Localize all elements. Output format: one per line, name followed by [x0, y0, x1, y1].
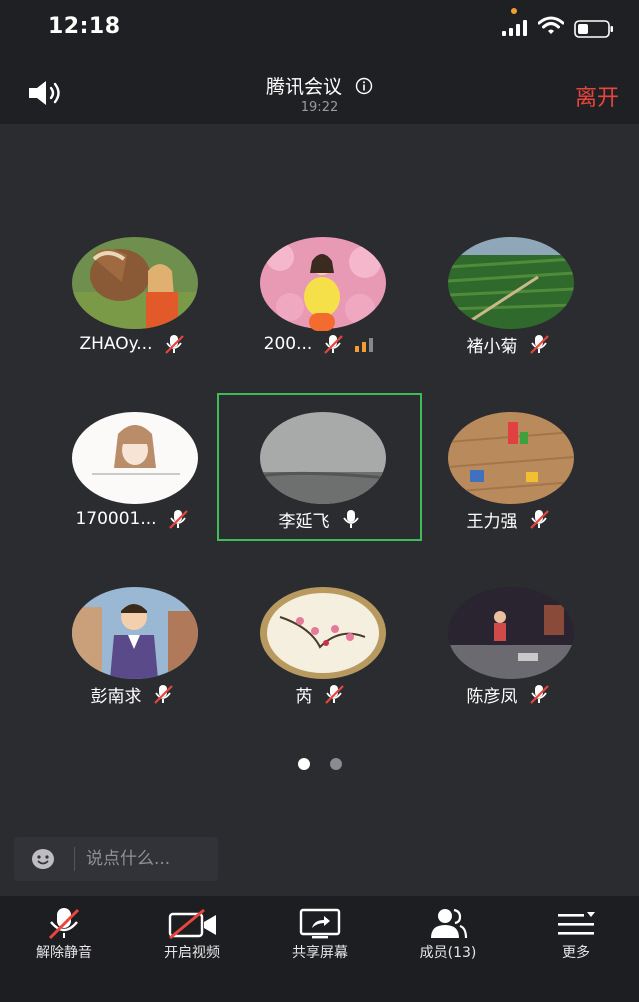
participant-name: 彭南求 [90, 686, 142, 707]
participant-tile[interactable]: 李延飞 [226, 412, 414, 552]
page-indicator-dot[interactable] [330, 758, 342, 770]
participant-name: 李延飞 [278, 511, 330, 532]
mic-muted-icon [528, 333, 550, 355]
participant-tile[interactable]: 褚小菊 [414, 237, 602, 377]
share-screen-icon [290, 906, 350, 940]
avatar [448, 237, 574, 329]
share-screen-button[interactable]: 共享屏幕 [256, 896, 384, 1002]
unmute-label: 解除静音 [36, 945, 92, 961]
cellular-signal-icon [502, 20, 527, 36]
unmute-button[interactable]: 解除静音 [0, 896, 128, 1002]
leave-button[interactable]: 离开 [575, 80, 619, 112]
mic-icon [340, 508, 362, 530]
mic-muted-icon [322, 333, 344, 355]
participant-tile[interactable]: ZHAOy... [38, 237, 226, 377]
info-icon[interactable] [355, 77, 373, 95]
status-bar: 12:18 [0, 0, 639, 58]
meeting-duration: 19:22 [300, 100, 339, 115]
members-icon [418, 906, 478, 940]
participant-tile[interactable]: 彭南求 [38, 587, 226, 727]
participant-name: 陈彦凤 [466, 686, 518, 707]
mic-muted-icon [323, 683, 345, 705]
participant-tile[interactable]: 200... [226, 237, 414, 377]
battery-icon [574, 20, 613, 38]
mic-muted-icon [152, 683, 174, 705]
more-label: 更多 [562, 945, 590, 961]
avatar [260, 587, 386, 679]
more-button[interactable]: 更多 [512, 896, 639, 1002]
avatar [72, 587, 198, 679]
bottom-toolbar: 解除静音 开启视频 共享屏幕 成员(13) 更多 [0, 896, 639, 1002]
participant-name: 芮 [295, 686, 313, 707]
mic-muted-icon [528, 683, 550, 705]
participant-name: 200... [263, 334, 313, 354]
recording-dot-icon [511, 8, 517, 14]
participant-tile[interactable]: 170001... [38, 412, 226, 552]
mic-muted-icon [163, 333, 185, 355]
mic-muted-icon [34, 906, 94, 940]
meeting-title-area[interactable]: 腾讯会议 [0, 72, 639, 99]
participant-name: 王力强 [466, 511, 518, 532]
more-menu-icon [546, 906, 606, 940]
meeting-header: 腾讯会议 19:22 离开 [0, 58, 639, 124]
meeting-title: 腾讯会议 [265, 76, 342, 98]
network-signal-icon [355, 338, 374, 352]
status-time: 12:18 [48, 14, 121, 39]
avatar [72, 237, 198, 329]
wifi-icon [538, 16, 564, 34]
chat-input[interactable] [86, 843, 212, 875]
participant-tile[interactable]: 王力强 [414, 412, 602, 552]
participant-name: 褚小菊 [466, 336, 518, 357]
participant-name: 170001... [75, 509, 157, 529]
start-video-button[interactable]: 开启视频 [128, 896, 256, 1002]
video-off-icon [162, 906, 222, 940]
avatar [448, 412, 574, 504]
mic-muted-icon [528, 508, 550, 530]
divider [74, 847, 75, 871]
avatar [448, 587, 574, 679]
members-label: 成员(13) [419, 945, 477, 961]
participant-tile[interactable]: 芮 [226, 587, 414, 727]
participant-tile[interactable]: 陈彦凤 [414, 587, 602, 727]
participant-name: ZHAOy... [79, 334, 153, 354]
share-screen-label: 共享屏幕 [292, 945, 348, 961]
page-indicator-dot-active[interactable] [298, 758, 310, 770]
mic-muted-icon [167, 508, 189, 530]
avatar [260, 412, 386, 504]
avatar [72, 412, 198, 504]
members-button[interactable]: 成员(13) [384, 896, 512, 1002]
chat-bar [14, 837, 218, 881]
emoji-icon[interactable] [31, 848, 55, 870]
start-video-label: 开启视频 [164, 945, 220, 961]
